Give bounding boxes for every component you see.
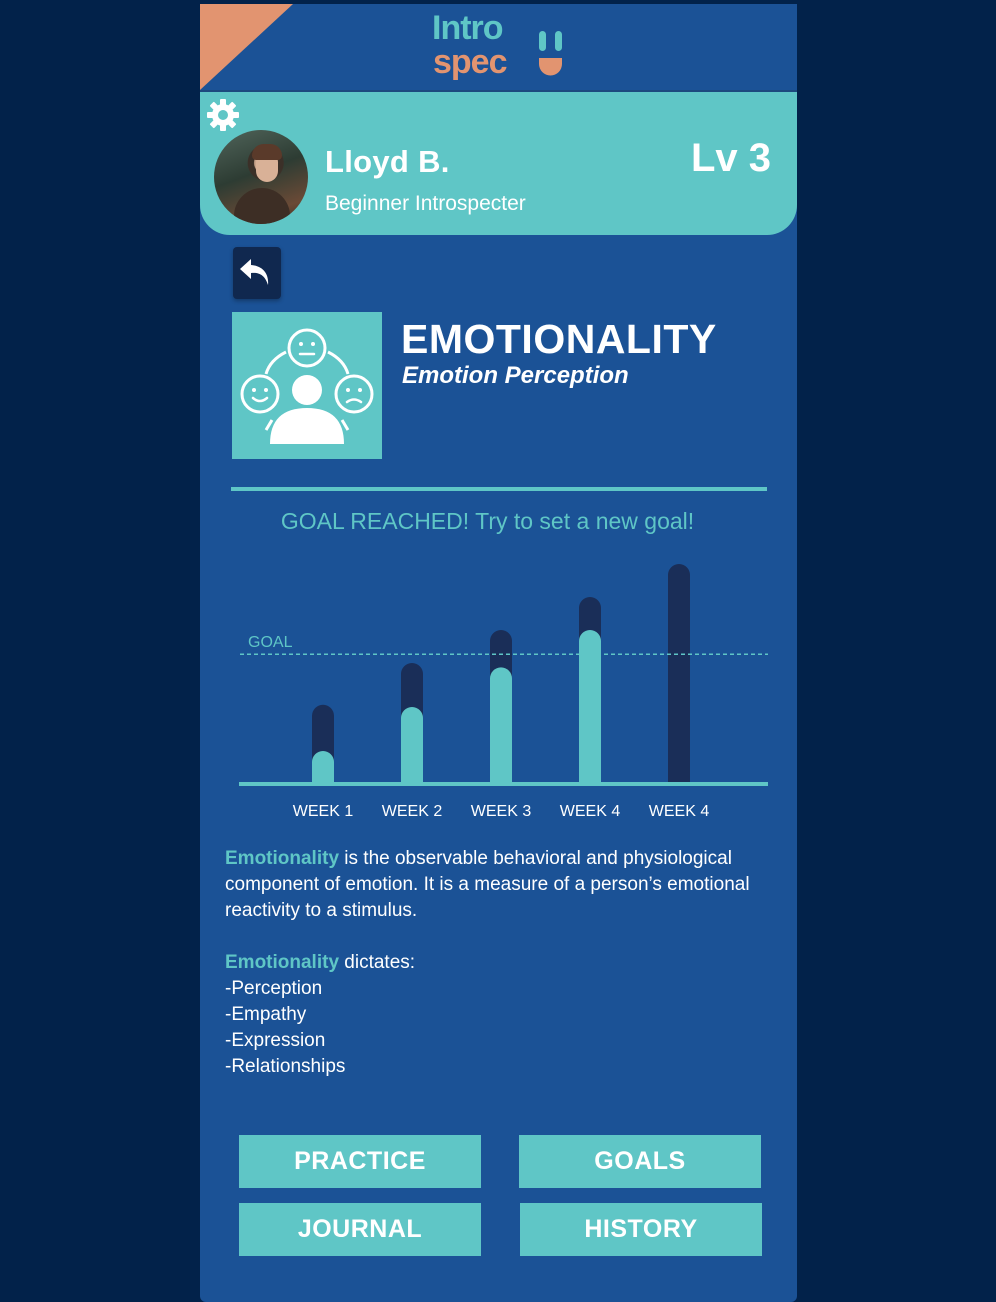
description-term: Emotionality	[225, 848, 340, 869]
dictates-term: Emotionality	[225, 952, 340, 973]
bar-progress	[579, 630, 601, 784]
goal-label: GOAL	[248, 634, 293, 651]
app-screen: Intro spec Lloyd B. Beginner Introspecte…	[200, 4, 797, 1302]
profile-card: Lloyd B. Beginner Introspecter Lv 3	[200, 90, 797, 235]
emotion-people-icon	[240, 328, 374, 444]
category-image	[232, 312, 382, 459]
dictates-heading: Emotionality dictates:	[225, 950, 775, 976]
goals-button[interactable]: GOALS	[519, 1135, 761, 1188]
avatar-shirt	[234, 188, 290, 224]
user-name: Lloyd B.	[325, 144, 450, 179]
user-level: Lv 3	[690, 136, 771, 180]
bar-total	[668, 564, 690, 784]
section-divider	[231, 487, 767, 491]
back-arrow-icon	[240, 259, 269, 285]
logo-eyes-icon	[539, 31, 562, 76]
bar-progress	[401, 707, 423, 784]
bar-progress	[490, 667, 512, 784]
list-item: -Expression	[225, 1030, 326, 1051]
x-tick-label: WEEK 4	[649, 803, 710, 820]
app-logo: Intro spec	[432, 10, 572, 88]
back-button[interactable]	[233, 247, 281, 299]
list-item: -Empathy	[225, 1004, 307, 1025]
description-paragraph: Emotionality is the observable behaviora…	[225, 846, 775, 924]
x-axis-line	[239, 782, 768, 786]
x-tick-label: WEEK 4	[560, 803, 621, 820]
user-title: Beginner Introspecter	[325, 192, 526, 215]
bar-progress	[312, 751, 334, 784]
logo-text-line2: spec	[433, 43, 507, 81]
dictates-text: dictates:	[339, 952, 416, 973]
history-button[interactable]: HISTORY	[520, 1203, 762, 1256]
logo-text-line1: Intro	[432, 9, 504, 47]
journal-button[interactable]: JOURNAL	[239, 1203, 481, 1256]
x-tick-label: WEEK 1	[293, 803, 354, 820]
top-bar: Intro spec	[200, 4, 797, 90]
list-item: -Perception	[225, 978, 323, 999]
weekly-progress-chart: WEEK 1 WEEK 2 WEEK 3 WEEK 4 WEEK 4 GOAL	[239, 564, 768, 820]
category-title: EMOTIONALITY	[401, 316, 717, 362]
description: Emotionality is the observable behaviora…	[225, 846, 775, 1080]
goal-message: GOAL REACHED! Try to set a new goal!	[280, 508, 695, 534]
category-subtitle: Emotion Perception	[402, 362, 629, 389]
corner-accent	[200, 4, 293, 90]
x-tick-label: WEEK 3	[471, 803, 532, 820]
avatar-hair	[252, 144, 282, 160]
dictates-list: -Perception -Empathy -Expression -Relati…	[225, 976, 775, 1080]
x-tick-label: WEEK 2	[382, 803, 443, 820]
avatar[interactable]	[214, 130, 308, 224]
gear-icon[interactable]	[206, 98, 240, 132]
list-item: -Relationships	[225, 1056, 346, 1077]
practice-button[interactable]: PRACTICE	[239, 1135, 481, 1188]
